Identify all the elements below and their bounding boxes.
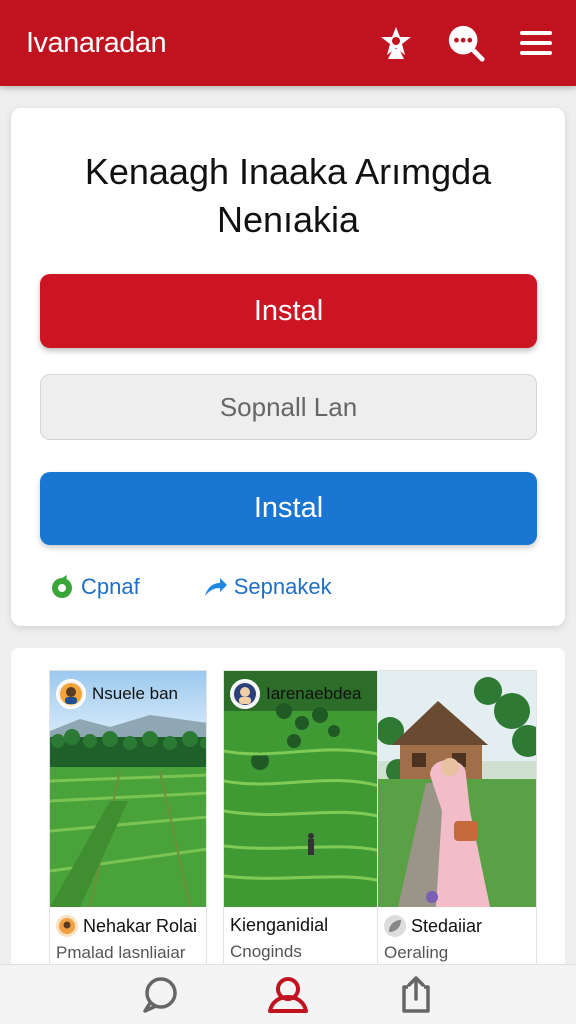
menu-icon[interactable]	[516, 23, 556, 63]
share-arrow-icon	[202, 574, 228, 600]
post-meta: Kienganidial Cnoginds	[230, 915, 378, 962]
post-tag: Iarenaebdea	[230, 679, 361, 709]
link-sepnakek[interactable]: Sepnakek	[202, 574, 332, 600]
post-tag: Nsuele ban	[56, 679, 178, 709]
top-app-bar: Ivanaradan	[0, 0, 576, 86]
app-title: Ivanaradan	[26, 26, 167, 59]
post-card[interactable]: Stedaiiar Oeraling	[377, 670, 537, 968]
install-button-blue[interactable]: Instal	[40, 472, 537, 545]
post-feed: Nsuele ban Nehakar Rolai Pmalad lasnliai…	[11, 648, 565, 968]
post-tag-label: Nsuele ban	[92, 684, 179, 703]
link-sepnakek-label: Sepnakek	[233, 574, 332, 599]
search-chat-icon[interactable]	[446, 23, 486, 63]
secondary-button[interactable]: Sopnall Lan	[40, 374, 537, 440]
leaf-icon	[384, 915, 406, 937]
chat-icon[interactable]	[138, 973, 182, 1017]
star-person-icon[interactable]	[376, 23, 416, 63]
install-card: Kenaagh Inaaka Arımgda Nenıakia Instal S…	[11, 108, 565, 626]
refresh-leaf-icon	[49, 574, 75, 600]
bottom-nav	[0, 964, 576, 1024]
post-meta: Nehakar Rolai Pmalad lasnliaiar	[56, 915, 204, 963]
header-actions	[376, 23, 556, 63]
post-image-village-woman	[378, 671, 536, 907]
card-title: Kenaagh Inaaka Arımgda Nenıakia	[84, 151, 492, 240]
post-author: Nehakar Rolai	[83, 915, 198, 936]
card-links: Cpnaf Sepnakek	[49, 574, 332, 600]
post-subtitle: Oeraling	[384, 943, 449, 962]
post-tag-label: Iarenaebdea	[266, 684, 362, 703]
install-button-primary[interactable]: Instal	[40, 274, 537, 348]
post-card[interactable]: Iarenaebdea Kienganidial Cnoginds	[223, 670, 381, 968]
post-author: Kienganidial	[230, 915, 329, 935]
avatar	[230, 679, 260, 709]
avatar	[56, 679, 86, 709]
avatar	[56, 915, 78, 937]
post-card[interactable]: Nsuele ban Nehakar Rolai Pmalad lasnliai…	[49, 670, 207, 968]
post-subtitle: Cnoginds	[230, 942, 302, 961]
post-author: Stedaiiar	[411, 915, 483, 936]
share-icon[interactable]	[394, 973, 438, 1017]
link-cpnaf-label: Cpnaf	[81, 574, 140, 599]
profile-icon[interactable]	[266, 973, 310, 1017]
post-subtitle: Pmalad lasnliaiar	[56, 943, 186, 962]
post-meta: Stedaiiar Oeraling	[384, 915, 534, 963]
link-cpnaf[interactable]: Cpnaf	[49, 574, 140, 600]
